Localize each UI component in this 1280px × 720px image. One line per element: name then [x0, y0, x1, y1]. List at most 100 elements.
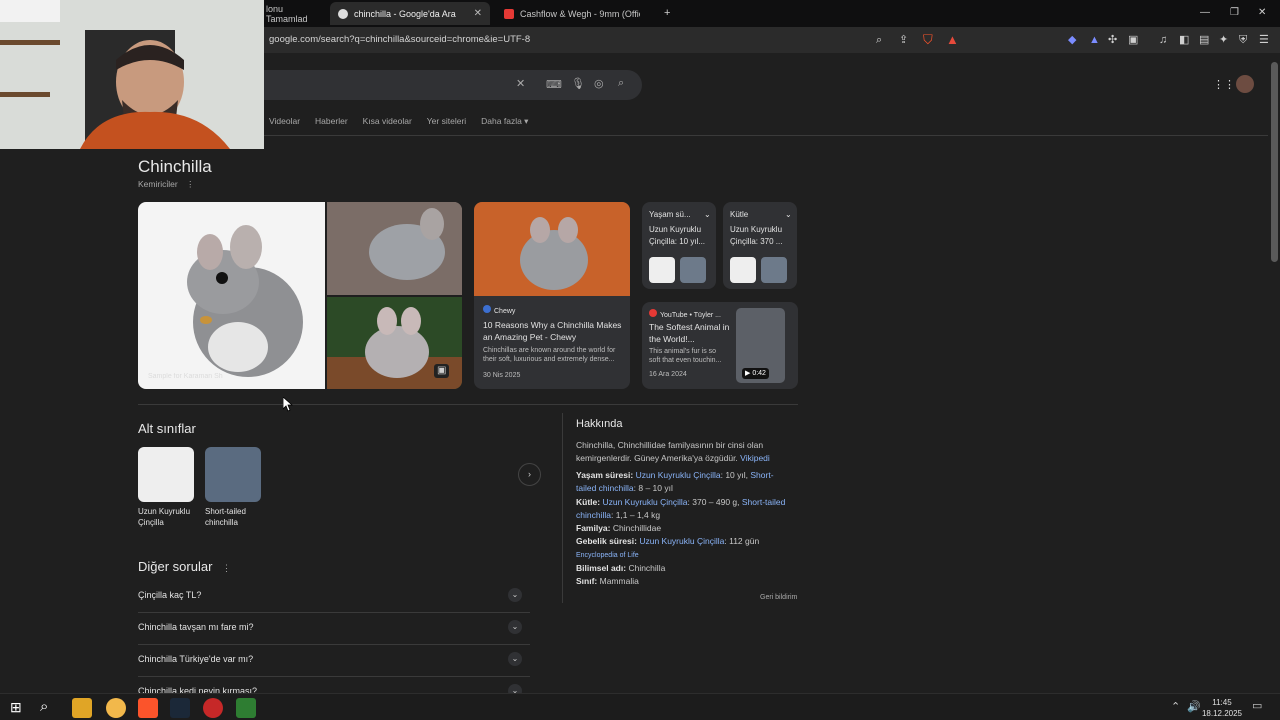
scrollbar-thumb[interactable] — [1271, 62, 1278, 262]
about-mass: Kütle: Uzun Kuyruklu Çinçilla: 370 – 490… — [576, 496, 791, 522]
search-icon[interactable]: ⌕ — [40, 699, 48, 714]
tab-more[interactable]: Daha fazla ▾ — [481, 116, 528, 127]
new-tab-icon[interactable]: + — [664, 8, 670, 19]
faq-item[interactable]: Çinçilla kaç TL? ⌄ — [138, 581, 530, 613]
brave-rewards-icon[interactable]: ▲ — [946, 33, 959, 46]
tab-google-search[interactable]: chinchilla - Google'da Ara ✕ — [330, 2, 490, 25]
more-options-icon[interactable]: ⋮ — [222, 563, 231, 573]
class-value: Mammalia — [599, 576, 639, 586]
extension-2-icon[interactable]: ▲ — [1089, 35, 1100, 46]
search-icon[interactable]: ⌕ — [618, 78, 624, 89]
keyboard-icon[interactable]: ⌨ — [546, 80, 562, 91]
brave-shield-icon[interactable]: ⛉ — [923, 33, 933, 46]
entity-subtitle-text: Kemirici̇ler — [138, 179, 178, 189]
video-card[interactable]: YouTube • Tüyler ... The Softest Animal … — [642, 302, 798, 389]
mouse-cursor-icon — [283, 397, 293, 412]
chinchilla-image-3[interactable]: ▣ — [327, 297, 462, 389]
clock[interactable]: 11:45 18.12.2025 — [1202, 697, 1242, 719]
avatar[interactable] — [1236, 75, 1254, 93]
extensions-icon[interactable]: ✣ — [1108, 35, 1117, 46]
feedback-link[interactable]: Geri bildirim — [760, 594, 797, 601]
subclass-1-image[interactable] — [138, 447, 194, 502]
app-icon[interactable] — [236, 698, 256, 718]
youtube-icon — [649, 309, 657, 317]
sidebar-icon[interactable]: ◧ — [1179, 35, 1189, 46]
article-title[interactable]: 10 Reasons Why a Chinchilla Makes an Ama… — [483, 319, 623, 343]
tab-more-label: Daha fazla — [481, 116, 522, 126]
obs-icon[interactable] — [203, 698, 223, 718]
chrome-icon[interactable] — [106, 698, 126, 718]
tab-places[interactable]: Yer siteleri — [427, 116, 466, 127]
media-icon[interactable]: ♫ — [1159, 35, 1167, 46]
mass-value-1: : 370 – 490 g, — [687, 497, 742, 507]
gestation-link[interactable]: Uzun Kuyruklu Çinçilla — [639, 536, 724, 546]
apps-grid-icon[interactable]: ⋮⋮ — [1213, 80, 1235, 91]
menu-icon[interactable]: ☰ — [1259, 35, 1269, 46]
faq-item[interactable]: Chinchilla tavşan mı fare mi? ⌄ — [138, 613, 530, 645]
fact-card-lifespan[interactable]: Yaşam sü... ⌄ Uzun Kuyruklu Çinçilla: 10 … — [642, 202, 716, 289]
file-explorer-icon[interactable] — [72, 698, 92, 718]
chevron-up-icon[interactable]: ⌃ — [1171, 702, 1180, 713]
wallet-icon[interactable]: ▤ — [1199, 35, 1209, 46]
entity-title: Chinchilla — [138, 157, 212, 176]
main-chinchilla-image[interactable]: Sample for Karaman Sh — [138, 202, 325, 389]
windows-start-icon[interactable]: ⊞ — [10, 700, 22, 714]
share-icon[interactable]: ⇪ — [899, 35, 908, 46]
minimize-icon[interactable]: — — [1200, 7, 1210, 18]
fact-card-mass[interactable]: Kütle ⌄ Uzun Kuyruklu Çinçilla: 370 ... — [723, 202, 797, 289]
faq-item[interactable]: Chinchilla Türkiye'de var mı? ⌄ — [138, 645, 530, 677]
more-options-icon[interactable]: ⋮ — [186, 179, 195, 189]
video-source: YouTube • Tüyler ... — [649, 309, 721, 320]
next-arrow-button[interactable]: › — [518, 463, 541, 486]
zoom-icon[interactable]: ⌕ — [876, 35, 882, 46]
article-snippet: Chinchillas are known around the world f… — [483, 347, 616, 363]
subclass-2-label[interactable]: Short-tailed chinchilla — [205, 506, 267, 528]
search-nav-tabs: Videolar Haberler Kısa videolar Yer site… — [269, 116, 528, 127]
restore-icon[interactable]: ❐ — [1230, 7, 1239, 18]
steam-icon[interactable] — [170, 698, 190, 718]
tab-short-videos[interactable]: Kısa videolar — [363, 116, 412, 127]
lens-icon[interactable]: ◎ — [594, 79, 604, 90]
video-duration-text: 0:42 — [752, 370, 766, 377]
fact-head: Yaşam sü... ⌄ — [649, 209, 711, 221]
chinchilla-image-2[interactable] — [327, 202, 462, 295]
video-title[interactable]: The Softest Animal in the World!... — [649, 321, 733, 345]
vpn-icon[interactable]: ⛨ — [1239, 35, 1247, 46]
search-input[interactable]: ✕ ⌨ 🎙 ◎ ⌕ — [250, 70, 642, 100]
eol-link[interactable]: Encyclopedia of Life — [576, 549, 791, 562]
video-source-label: YouTube • Tüyler ... — [660, 312, 721, 319]
mass-link-1[interactable]: Uzun Kuyruklu Çinçilla — [602, 497, 687, 507]
article-card[interactable]: Chewy 10 Reasons Why a Chinchilla Makes … — [474, 202, 630, 389]
gestation-label: Gebelik süresi: — [576, 536, 637, 546]
fact-text: Uzun Kuyruklu Çinçilla: 370 ... — [730, 225, 783, 246]
volume-icon[interactable]: 🔊 — [1187, 702, 1201, 713]
lifespan-link-1[interactable]: Uzun Kuyruklu Çinçilla — [636, 470, 721, 480]
entity-subtitle: Kemirici̇ler ⋮ — [138, 179, 195, 190]
lifespan-value-2: : 8 – 10 yıl — [633, 483, 673, 493]
clear-search-icon[interactable]: ✕ — [516, 79, 525, 90]
leo-ai-icon[interactable]: ✦ — [1219, 35, 1228, 46]
subclass-1-label[interactable]: Uzun Kuyruklu Çinçilla — [138, 506, 200, 528]
reader-icon[interactable]: ▣ — [1128, 35, 1138, 46]
fact-thumb-1 — [730, 257, 756, 283]
image-search-icon[interactable]: ▣ — [434, 364, 450, 378]
close-tab-icon[interactable]: ✕ — [474, 8, 482, 19]
subclass-2-image[interactable] — [205, 447, 261, 502]
section-divider — [138, 404, 798, 405]
scientific-label: Bilimsel adı: — [576, 563, 627, 573]
url-field[interactable]: google.com/search?q=chinchilla&sourceid=… — [269, 34, 530, 45]
about-panel: Hakkında Chinchilla, Chinchillidae famil… — [562, 413, 802, 603]
tab-news[interactable]: Haberler — [315, 116, 348, 127]
tab-1[interactable]: lonu Tamamlad — [258, 2, 322, 25]
notification-icon[interactable]: ▭ — [1252, 701, 1262, 712]
microphone-icon[interactable]: 🎙 — [571, 79, 585, 90]
class-label: Sınıf: — [576, 576, 598, 586]
about-intro: Chinchilla, Chinchillidae familyasının b… — [576, 439, 791, 465]
wikipedia-link[interactable]: Vikipedi — [740, 453, 770, 463]
tab-videos[interactable]: Videolar — [269, 116, 300, 127]
webcam-overlay — [0, 0, 264, 149]
extension-1-icon[interactable]: ◆ — [1068, 35, 1076, 46]
tab-youtube[interactable]: Cashflow & Wegh - 9mm (Officia — [496, 2, 656, 25]
brave-icon[interactable] — [138, 698, 158, 718]
close-window-icon[interactable]: ✕ — [1258, 7, 1266, 18]
